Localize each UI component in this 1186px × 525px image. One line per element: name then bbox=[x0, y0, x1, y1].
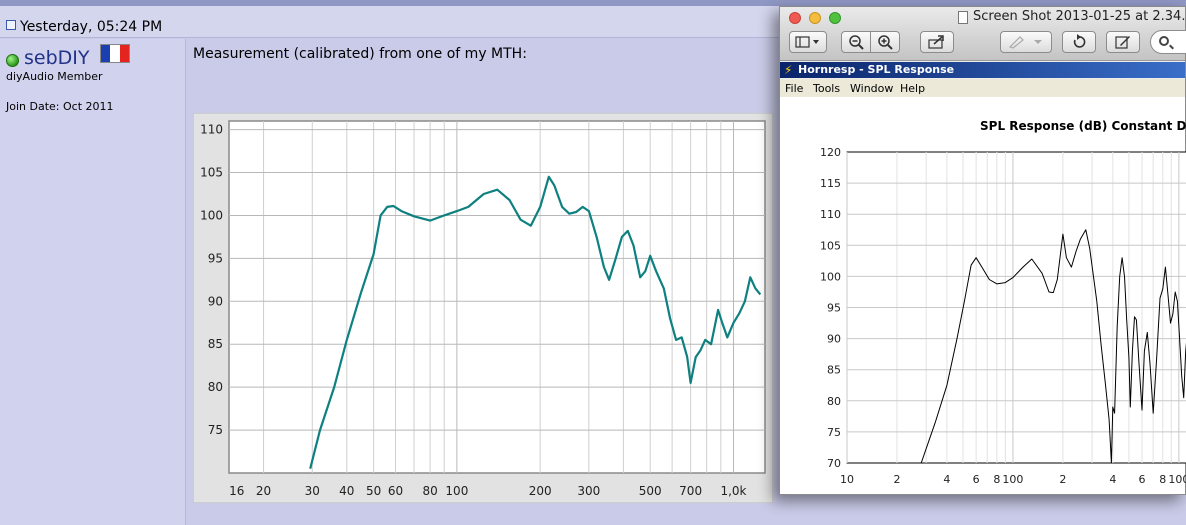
plot-frame bbox=[228, 120, 766, 474]
x-tick-label: 40 bbox=[339, 484, 354, 498]
annotate-button[interactable] bbox=[1000, 31, 1052, 53]
y-tick-label: 90 bbox=[208, 294, 223, 308]
sidebar-toggle-button[interactable] bbox=[789, 31, 827, 53]
x-tick-label: 700 bbox=[679, 484, 702, 498]
window-title: Screen Shot 2013-01-25 at 2.34. bbox=[973, 9, 1186, 24]
x-tick-label: 80 bbox=[422, 484, 437, 498]
y-tick-label: 80 bbox=[208, 380, 223, 394]
y-tick-label: 105 bbox=[820, 239, 841, 252]
user-title: diyAudio Member bbox=[6, 70, 103, 83]
x-tick-label: 100 bbox=[1002, 473, 1023, 486]
post-message: Measurement (calibrated) from one of my … bbox=[193, 46, 527, 62]
hornresp-menubar: File Tools Window Help bbox=[780, 79, 1185, 97]
y-tick-label: 105 bbox=[200, 166, 223, 180]
y-tick-label: 75 bbox=[827, 426, 841, 439]
hornresp-app-icon: ⚡ bbox=[784, 63, 793, 77]
document-icon bbox=[958, 11, 968, 24]
zoom-in-button[interactable] bbox=[870, 31, 900, 53]
menu-window[interactable]: Window bbox=[850, 82, 893, 95]
online-status-icon bbox=[6, 54, 19, 67]
x-tick-label: 50 bbox=[366, 484, 381, 498]
sidebar-toggle-icon bbox=[795, 36, 819, 48]
y-tick-label: 95 bbox=[827, 302, 841, 315]
join-date: Join Date: Oct 2011 bbox=[6, 100, 114, 113]
france-flag-icon bbox=[100, 44, 130, 63]
post-date: Yesterday, 05:24 PM bbox=[20, 19, 163, 35]
x-tick-label: 8 bbox=[993, 473, 1000, 486]
annotate-icon bbox=[1008, 36, 1042, 49]
x-tick-label: 6 bbox=[1139, 473, 1146, 486]
y-tick-label: 115 bbox=[820, 177, 841, 190]
menu-file[interactable]: File bbox=[785, 82, 803, 95]
spl-response-chart: 70758085909510010511011512010 2 4 6 8 100 2 4 6 8… bbox=[820, 146, 1186, 486]
x-tick-label: 6 bbox=[973, 473, 980, 486]
x-tick-label: 100 bbox=[1168, 473, 1186, 486]
x-tick-label: 10 bbox=[840, 473, 854, 486]
x-tick-label: 300 bbox=[577, 484, 600, 498]
menu-help[interactable]: Help bbox=[900, 82, 925, 95]
x-tick-label: 8 bbox=[1159, 473, 1166, 486]
zoom-window-button[interactable] bbox=[829, 12, 841, 24]
y-tick-label: 75 bbox=[208, 423, 223, 437]
post-icon bbox=[6, 20, 16, 30]
rotate-icon bbox=[1073, 34, 1086, 48]
search-field[interactable] bbox=[1150, 30, 1186, 54]
x-tick-label: 4 bbox=[943, 473, 950, 486]
y-tick-label: 85 bbox=[208, 337, 223, 351]
y-tick-label: 90 bbox=[827, 333, 841, 346]
menu-tools[interactable]: Tools bbox=[813, 82, 840, 95]
zoom-out-icon bbox=[849, 35, 864, 50]
share-icon bbox=[928, 35, 944, 49]
x-tick-label: 100 bbox=[445, 484, 468, 498]
x-tick-label: 60 bbox=[388, 484, 403, 498]
y-tick-label: 100 bbox=[820, 270, 841, 283]
x-tick-label: 2 bbox=[1059, 473, 1066, 486]
x-tick-label: 1,0k bbox=[720, 484, 746, 498]
y-tick-label: 70 bbox=[827, 457, 841, 470]
y-tick-label: 85 bbox=[827, 364, 841, 377]
username-link[interactable]: sebDIY bbox=[24, 47, 90, 69]
flag-stripe-red bbox=[119, 45, 129, 62]
user-info-panel: sebDIY diyAudio Member Join Date: Oct 20… bbox=[0, 39, 186, 525]
close-window-button[interactable] bbox=[789, 12, 801, 24]
y-tick-label: 110 bbox=[200, 123, 223, 137]
x-tick-label: 20 bbox=[256, 484, 271, 498]
x-tick-label: 2 bbox=[893, 473, 900, 486]
zoom-out-button[interactable] bbox=[841, 31, 871, 53]
hornresp-titlebar: ⚡ Hornresp - SPL Response bbox=[780, 62, 1185, 78]
y-tick-label: 110 bbox=[820, 208, 841, 221]
flag-stripe-blue bbox=[101, 45, 111, 62]
minimize-window-button[interactable] bbox=[809, 12, 821, 24]
measurement-chart: 75 80 85 90 95 100 105 110 16 20 30 40 50 60 80 100 200 3… bbox=[193, 113, 773, 503]
x-tick-label: 500 bbox=[639, 484, 662, 498]
share-button[interactable] bbox=[920, 31, 954, 53]
x-tick-label: 16 bbox=[229, 484, 244, 498]
zoom-in-icon bbox=[878, 35, 893, 50]
search-icon bbox=[1159, 36, 1169, 46]
preview-window: Screen Shot 2013-01-25 at 2.34. ⚡ Hornre… bbox=[779, 6, 1186, 495]
y-tick-label: 100 bbox=[200, 208, 223, 222]
hornresp-title: Hornresp - SPL Response bbox=[798, 63, 955, 76]
x-tick-label: 4 bbox=[1109, 473, 1116, 486]
y-tick-label: 120 bbox=[820, 146, 841, 159]
flag-stripe-white bbox=[110, 45, 120, 62]
x-tick-label: 30 bbox=[305, 484, 320, 498]
hornresp-plot-area: SPL Response (dB) Constant Direc 7075808… bbox=[780, 97, 1186, 494]
edit-icon bbox=[1115, 36, 1130, 49]
edit-button[interactable] bbox=[1106, 31, 1140, 53]
y-tick-label: 95 bbox=[208, 251, 223, 265]
window-titlebar: Screen Shot 2013-01-25 at 2.34. bbox=[780, 7, 1186, 61]
y-tick-label: 80 bbox=[827, 395, 841, 408]
x-tick-label: 200 bbox=[529, 484, 552, 498]
rotate-button[interactable] bbox=[1062, 31, 1096, 53]
